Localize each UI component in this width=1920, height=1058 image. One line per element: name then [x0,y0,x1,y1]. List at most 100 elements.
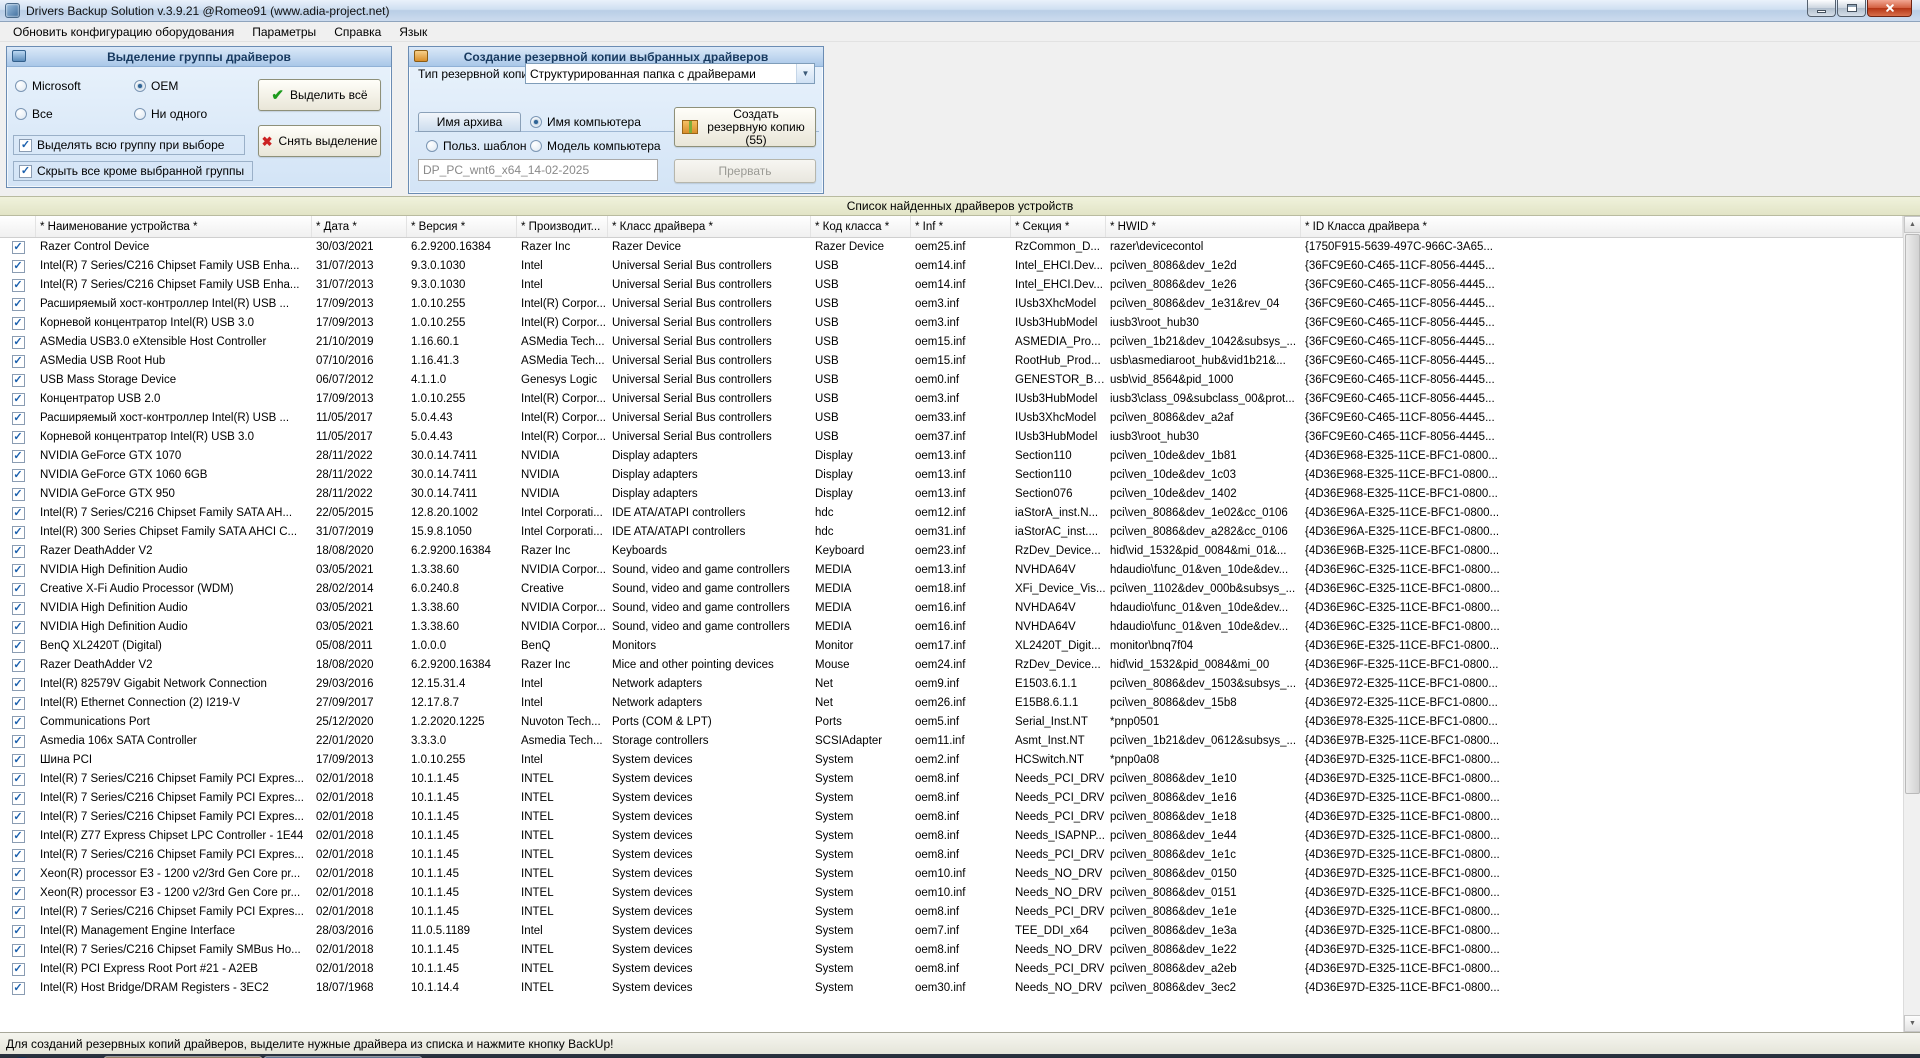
archive-name-tab[interactable]: Имя архива [418,112,521,132]
menu-help[interactable]: Справка [325,23,390,41]
archive-name-input[interactable] [418,159,658,181]
table-row[interactable]: ✓ Intel(R) 7 Series/C216 Chipset Family U… [0,276,1903,295]
table-row[interactable]: ✓ Intel(R) Z77 Express Chipset LPC Contro… [0,827,1903,846]
row-checkbox[interactable]: ✓ [11,925,25,938]
row-checkbox[interactable]: ✓ [11,887,25,900]
table-row[interactable]: ✓ Intel(R) 7 Series/C216 Chipset Family U… [0,257,1903,276]
radio-computer-model[interactable]: Модель компьютера [530,139,661,153]
table-row[interactable]: ✓ Intel(R) 7 Series/C216 Chipset Family P… [0,770,1903,789]
column-header[interactable]: * Наименование устройства * [36,216,312,237]
table-row[interactable]: ✓ Корневой концентратор Intel(R) USB 3.0 1… [0,428,1903,447]
menu-language[interactable]: Язык [390,23,436,41]
row-checkbox[interactable]: ✓ [11,488,25,501]
row-checkbox[interactable]: ✓ [11,412,25,425]
row-checkbox[interactable]: ✓ [11,754,25,767]
row-checkbox[interactable]: ✓ [11,317,25,330]
row-checkbox[interactable]: ✓ [11,602,25,615]
table-row[interactable]: ✓ ASMedia USB3.0 eXtensible Host Controll… [0,333,1903,352]
radio-oem[interactable]: OEM [134,79,178,93]
row-checkbox[interactable]: ✓ [11,621,25,634]
table-row[interactable]: ✓ Intel(R) 7 Series/C216 Chipset Family P… [0,808,1903,827]
scrollbar-thumb[interactable] [1905,234,1920,794]
table-row[interactable]: ✓ NVIDIA High Definition Audio 03/05/2021 1… [0,599,1903,618]
checkbox-select-whole-group[interactable]: ✓ Выделять всю группу при выборе [13,135,245,155]
row-checkbox[interactable]: ✓ [11,526,25,539]
row-checkbox[interactable]: ✓ [11,564,25,577]
table-row[interactable]: ✓ Razer Control Device 30/03/2021 6.2.9200.… [0,238,1903,257]
row-checkbox[interactable]: ✓ [11,241,25,254]
table-row[interactable]: ✓ Intel(R) 7 Series/C216 Chipset Family P… [0,846,1903,865]
row-checkbox[interactable]: ✓ [11,963,25,976]
radio-all[interactable]: Все [15,107,53,121]
table-row[interactable]: ✓ NVIDIA GeForce GTX 1060 6GB 28/11/2022 30… [0,466,1903,485]
row-checkbox[interactable]: ✓ [11,678,25,691]
table-row[interactable]: ✓ Creative X-Fi Audio Processor (WDM) 28/0… [0,580,1903,599]
table-row[interactable]: ✓ Razer DeathAdder V2 18/08/2020 6.2.9200.1… [0,542,1903,561]
row-checkbox[interactable]: ✓ [11,583,25,596]
table-row[interactable]: ✓ USB Mass Storage Device 06/07/2012 4.1.1.… [0,371,1903,390]
column-header[interactable]: * Секция * [1011,216,1106,237]
table-row[interactable]: ✓ NVIDIA GeForce GTX 950 28/11/2022 30.0.14… [0,485,1903,504]
table-row[interactable]: ✓ Intel(R) 7 Series/C216 Chipset Family P… [0,789,1903,808]
table-row[interactable]: ✓ Intel(R) Management Engine Interface 28/… [0,922,1903,941]
row-checkbox[interactable]: ✓ [11,792,25,805]
create-backup-button[interactable]: Создать резервную копию (55) [674,107,816,147]
row-checkbox[interactable]: ✓ [11,431,25,444]
table-row[interactable]: ✓ Razer DeathAdder V2 18/08/2020 6.2.9200.1… [0,656,1903,675]
row-checkbox[interactable]: ✓ [11,469,25,482]
table-row[interactable]: ✓ Intel(R) PCI Express Root Port #21 - A2… [0,960,1903,979]
row-checkbox[interactable]: ✓ [11,507,25,520]
row-checkbox[interactable]: ✓ [11,260,25,273]
deselect-button[interactable]: ✖ Снять выделение [258,125,381,157]
table-row[interactable]: ✓ Asmedia 106x SATA Controller 22/01/2020 3… [0,732,1903,751]
menu-options[interactable]: Параметры [243,23,325,41]
row-checkbox[interactable]: ✓ [11,811,25,824]
table-row[interactable]: ✓ Расширяемый хост-контроллер Intel(R) US… [0,409,1903,428]
abort-button[interactable]: Прервать [674,159,816,183]
column-header[interactable]: * ID Класса драйвера * [1301,216,1903,237]
row-checkbox[interactable]: ✓ [11,849,25,862]
table-row[interactable]: ✓ Корневой концентратор Intel(R) USB 3.0 1… [0,314,1903,333]
column-header[interactable]: * Код класса * [811,216,911,237]
table-row[interactable]: ✓ Intel(R) Host Bridge/DRAM Registers - 3… [0,979,1903,998]
vertical-scrollbar[interactable]: ▲ ▼ [1903,216,1920,1032]
table-row[interactable]: ✓ Xeon(R) processor E3 - 1200 v2/3rd Gen … [0,865,1903,884]
chevron-down-icon[interactable]: ▼ [796,64,814,83]
row-checkbox[interactable]: ✓ [11,659,25,672]
table-row[interactable]: ✓ NVIDIA GeForce GTX 1070 28/11/2022 30.0.1… [0,447,1903,466]
close-button[interactable] [1867,0,1912,17]
table-row[interactable]: ✓ Xeon(R) processor E3 - 1200 v2/3rd Gen … [0,884,1903,903]
column-header[interactable]: * HWID * [1106,216,1301,237]
row-checkbox[interactable]: ✓ [11,640,25,653]
table-row[interactable]: ✓ Intel(R) 7 Series/C216 Chipset Family S… [0,504,1903,523]
scroll-down-button[interactable]: ▼ [1904,1015,1920,1032]
table-row[interactable]: ✓ Communications Port 25/12/2020 1.2.2020.1… [0,713,1903,732]
row-checkbox[interactable]: ✓ [11,355,25,368]
scroll-up-button[interactable]: ▲ [1904,216,1920,233]
row-checkbox[interactable]: ✓ [11,944,25,957]
minimize-button[interactable] [1807,0,1836,17]
row-checkbox[interactable]: ✓ [11,545,25,558]
table-row[interactable]: ✓ Концентратор USB 2.0 17/09/2013 1.0.10.25… [0,390,1903,409]
column-header[interactable]: * Дата * [312,216,407,237]
row-checkbox[interactable]: ✓ [11,298,25,311]
row-checkbox[interactable]: ✓ [11,393,25,406]
table-row[interactable]: ✓ Расширяемый хост-контроллер Intel(R) US… [0,295,1903,314]
checkbox-hide-other-groups[interactable]: ✓ Скрыть все кроме выбранной группы [13,161,253,181]
maximize-button[interactable] [1837,0,1866,17]
table-row[interactable]: ✓ BenQ XL2420T (Digital) 05/08/2011 1.0.0.0… [0,637,1903,656]
row-checkbox[interactable]: ✓ [11,374,25,387]
table-row[interactable]: ✓ Шина PCI 17/09/2013 1.0.10.255 Intel System… [0,751,1903,770]
row-checkbox[interactable]: ✓ [11,773,25,786]
row-checkbox[interactable]: ✓ [11,830,25,843]
table-row[interactable]: ✓ Intel(R) 82579V Gigabit Network Connect… [0,675,1903,694]
table-row[interactable]: ✓ Intel(R) Ethernet Connection (2) I219-V… [0,694,1903,713]
row-checkbox[interactable]: ✓ [11,906,25,919]
row-checkbox[interactable]: ✓ [11,697,25,710]
radio-computer-name[interactable]: Имя компьютера [530,115,641,129]
row-checkbox[interactable]: ✓ [11,982,25,995]
row-checkbox[interactable]: ✓ [11,716,25,729]
table-row[interactable]: ✓ Intel(R) 7 Series/C216 Chipset Family P… [0,903,1903,922]
row-checkbox[interactable]: ✓ [11,868,25,881]
column-header[interactable]: * Производит... [517,216,608,237]
